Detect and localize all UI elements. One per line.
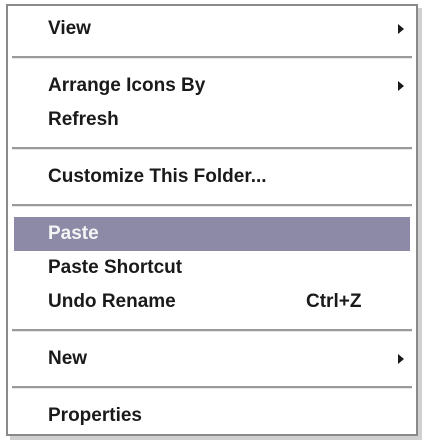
menu-item-label: View [48, 18, 91, 39]
context-menu: View Arrange Icons By Refresh Customize … [6, 4, 418, 436]
menu-item-paste-shortcut[interactable]: Paste Shortcut [14, 251, 410, 285]
submenu-arrow-icon [398, 81, 404, 91]
menu-item-customize-this-folder[interactable]: Customize This Folder... [14, 160, 410, 194]
menu-item-label: Customize This Folder... [48, 166, 267, 187]
menu-item-label: Properties [48, 405, 142, 426]
submenu-arrow-icon [398, 354, 404, 364]
menu-separator [12, 329, 412, 332]
menu-item-properties[interactable]: Properties [14, 399, 410, 433]
menu-item-shortcut: Ctrl+Z [306, 291, 362, 312]
menu-item-view[interactable]: View [14, 12, 410, 46]
submenu-arrow-icon [398, 24, 404, 34]
menu-item-label: Refresh [48, 109, 119, 130]
menu-item-new[interactable]: New [14, 342, 410, 376]
menu-item-label: Paste [48, 223, 99, 244]
menu-separator [12, 147, 412, 150]
menu-item-label: Arrange Icons By [48, 75, 206, 96]
menu-item-paste[interactable]: Paste [14, 217, 410, 251]
menu-item-refresh[interactable]: Refresh [14, 103, 410, 137]
menu-separator [12, 56, 412, 59]
menu-item-undo-rename[interactable]: Undo Rename Ctrl+Z [14, 285, 410, 319]
menu-separator [12, 386, 412, 389]
menu-item-arrange-icons-by[interactable]: Arrange Icons By [14, 69, 410, 103]
menu-item-label: Undo Rename [48, 291, 176, 312]
menu-item-label: New [48, 348, 88, 369]
menu-separator [12, 204, 412, 207]
menu-item-label: Paste Shortcut [48, 257, 183, 278]
